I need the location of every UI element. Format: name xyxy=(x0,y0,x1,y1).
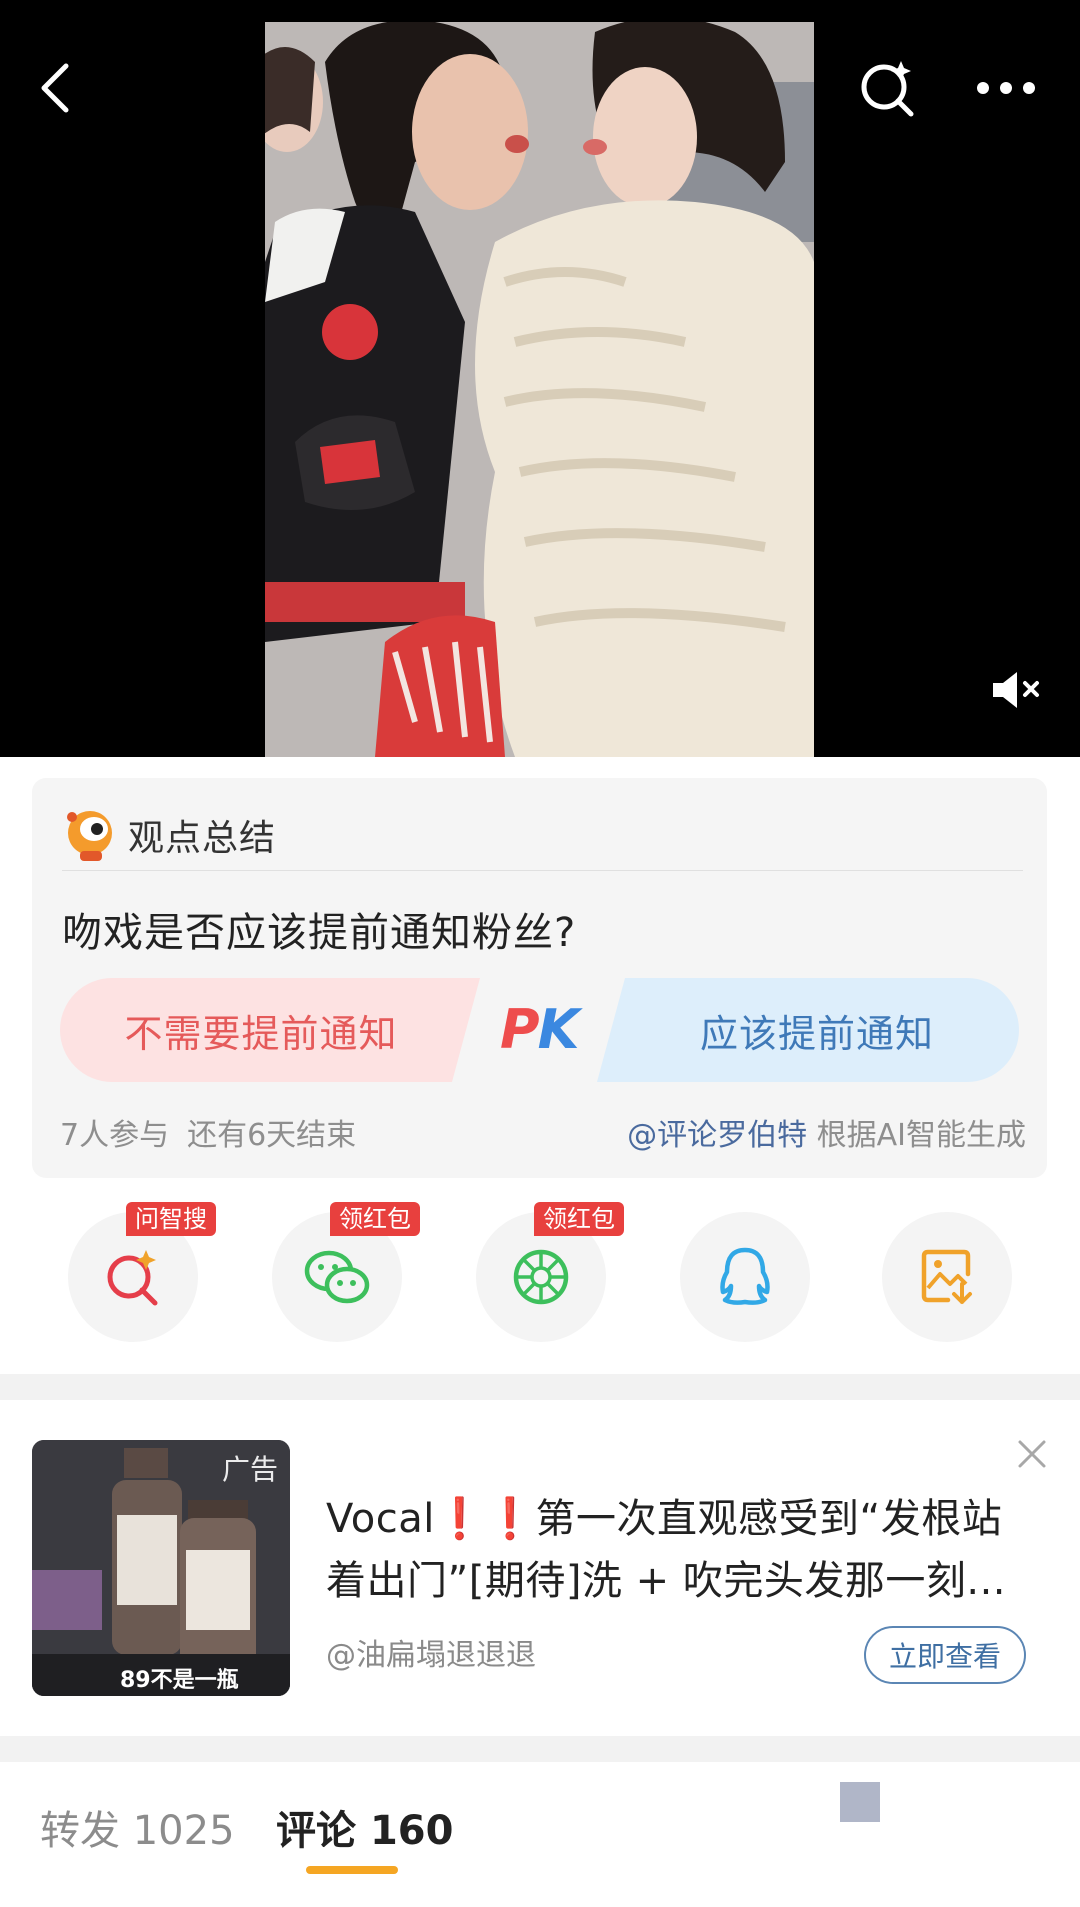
ad-title[interactable]: Vocal❗❗第一次直观感受到“发根站着出门”[期待]洗 + 吹完头发那一刻..… xyxy=(326,1488,1026,1612)
video-frame[interactable] xyxy=(265,22,814,757)
close-icon[interactable] xyxy=(1012,1434,1052,1474)
pk-letter-p: P xyxy=(500,998,540,1061)
chevron-left-icon xyxy=(41,63,69,113)
video-player[interactable] xyxy=(0,0,1080,757)
exclamation-icon: ❗❗ xyxy=(434,1496,536,1542)
ad-thumb-caption: 89不是一瓶 xyxy=(120,1668,239,1693)
ai-search-icon xyxy=(107,1250,158,1306)
save-image-icon xyxy=(921,1249,972,1304)
share-badge: 领红包 xyxy=(534,1202,624,1236)
section-separator xyxy=(0,1374,1080,1400)
tab-forward[interactable]: 转发 1025 xyxy=(40,1798,235,1856)
tab-forward-label: 转发 xyxy=(40,1808,120,1854)
ai-source-note: @评论罗伯特 根据AI智能生成 xyxy=(627,1110,1026,1154)
speaker-muted-icon xyxy=(993,672,1039,708)
share-badge: 领红包 xyxy=(330,1202,420,1236)
source-suffix: 根据AI智能生成 xyxy=(816,1118,1026,1153)
section-separator xyxy=(0,1736,1080,1762)
option-left-label: 不需要提前通知 xyxy=(124,1011,398,1056)
ad-card[interactable]: 广告 89不是一瓶 Vocal❗❗第一次直观感受到“发根站着出门”[期待]洗 +… xyxy=(0,1400,1080,1736)
tab-comment-count: 160 xyxy=(369,1808,454,1854)
pk-letter-k: K xyxy=(537,998,580,1061)
card-header: 观点总结 xyxy=(64,800,276,870)
active-tab-indicator xyxy=(306,1866,398,1874)
share-ai-search-button[interactable]: 问智搜 xyxy=(68,1202,216,1342)
time-remaining: 还有6天结束 xyxy=(187,1118,357,1153)
ad-title-prefix: Vocal xyxy=(326,1496,435,1542)
pk-badge: PK xyxy=(500,998,580,1061)
participants-count: 7人参与 xyxy=(60,1118,170,1153)
debate-question: 吻戏是否应该提前通知粉丝? xyxy=(62,910,577,956)
option-right-label: 应该提前通知 xyxy=(699,1011,934,1056)
share-moments-button[interactable]: 领红包 xyxy=(476,1202,624,1342)
wechat-icon xyxy=(304,1250,370,1304)
moments-icon xyxy=(513,1249,569,1305)
more-dots-icon xyxy=(977,82,1035,94)
opinion-summary-card: 观点总结 吻戏是否应该提前通知粉丝? 不需要提前通知 PK 应该提前通知 7人参… xyxy=(32,778,1047,1178)
back-button[interactable] xyxy=(14,48,94,128)
ad-author[interactable]: @油扁塌退退退 xyxy=(326,1630,536,1674)
share-qq-button[interactable] xyxy=(680,1212,810,1342)
share-wechat-button[interactable]: 领红包 xyxy=(272,1202,420,1342)
video-still-image xyxy=(265,22,814,757)
tab-comment[interactable]: 评论 160 xyxy=(276,1798,453,1856)
option-no-need-button[interactable]: 不需要提前通知 xyxy=(60,978,480,1082)
tab-forward-count: 1025 xyxy=(132,1808,235,1854)
ad-thumbnail[interactable]: 广告 89不是一瓶 xyxy=(32,1440,290,1696)
detail-tabs: 转发 1025 评论 160 xyxy=(0,1762,1080,1907)
ai-search-button[interactable] xyxy=(848,48,928,128)
partial-thumbnail xyxy=(840,1782,880,1822)
save-image-button[interactable] xyxy=(882,1212,1012,1342)
poll-status: 7人参与 还有6天结束 xyxy=(60,1110,356,1154)
card-title: 观点总结 xyxy=(128,818,277,859)
view-now-button[interactable]: 立即查看 xyxy=(864,1626,1026,1684)
robot-mascot-icon xyxy=(67,811,112,861)
card-divider xyxy=(62,870,1023,871)
qq-icon xyxy=(720,1247,770,1305)
source-account-link[interactable]: @评论罗伯特 xyxy=(627,1118,807,1153)
option-should-button[interactable]: 应该提前通知 xyxy=(597,978,1019,1082)
share-actions-row: 问智搜 领红包 领红包 xyxy=(0,1202,1080,1346)
more-button[interactable] xyxy=(966,48,1046,128)
mute-button[interactable] xyxy=(988,666,1048,714)
ai-search-icon xyxy=(861,61,914,117)
ad-label: 广告 xyxy=(221,1453,278,1486)
share-badge: 问智搜 xyxy=(126,1202,216,1236)
tab-comment-label: 评论 xyxy=(276,1808,356,1854)
